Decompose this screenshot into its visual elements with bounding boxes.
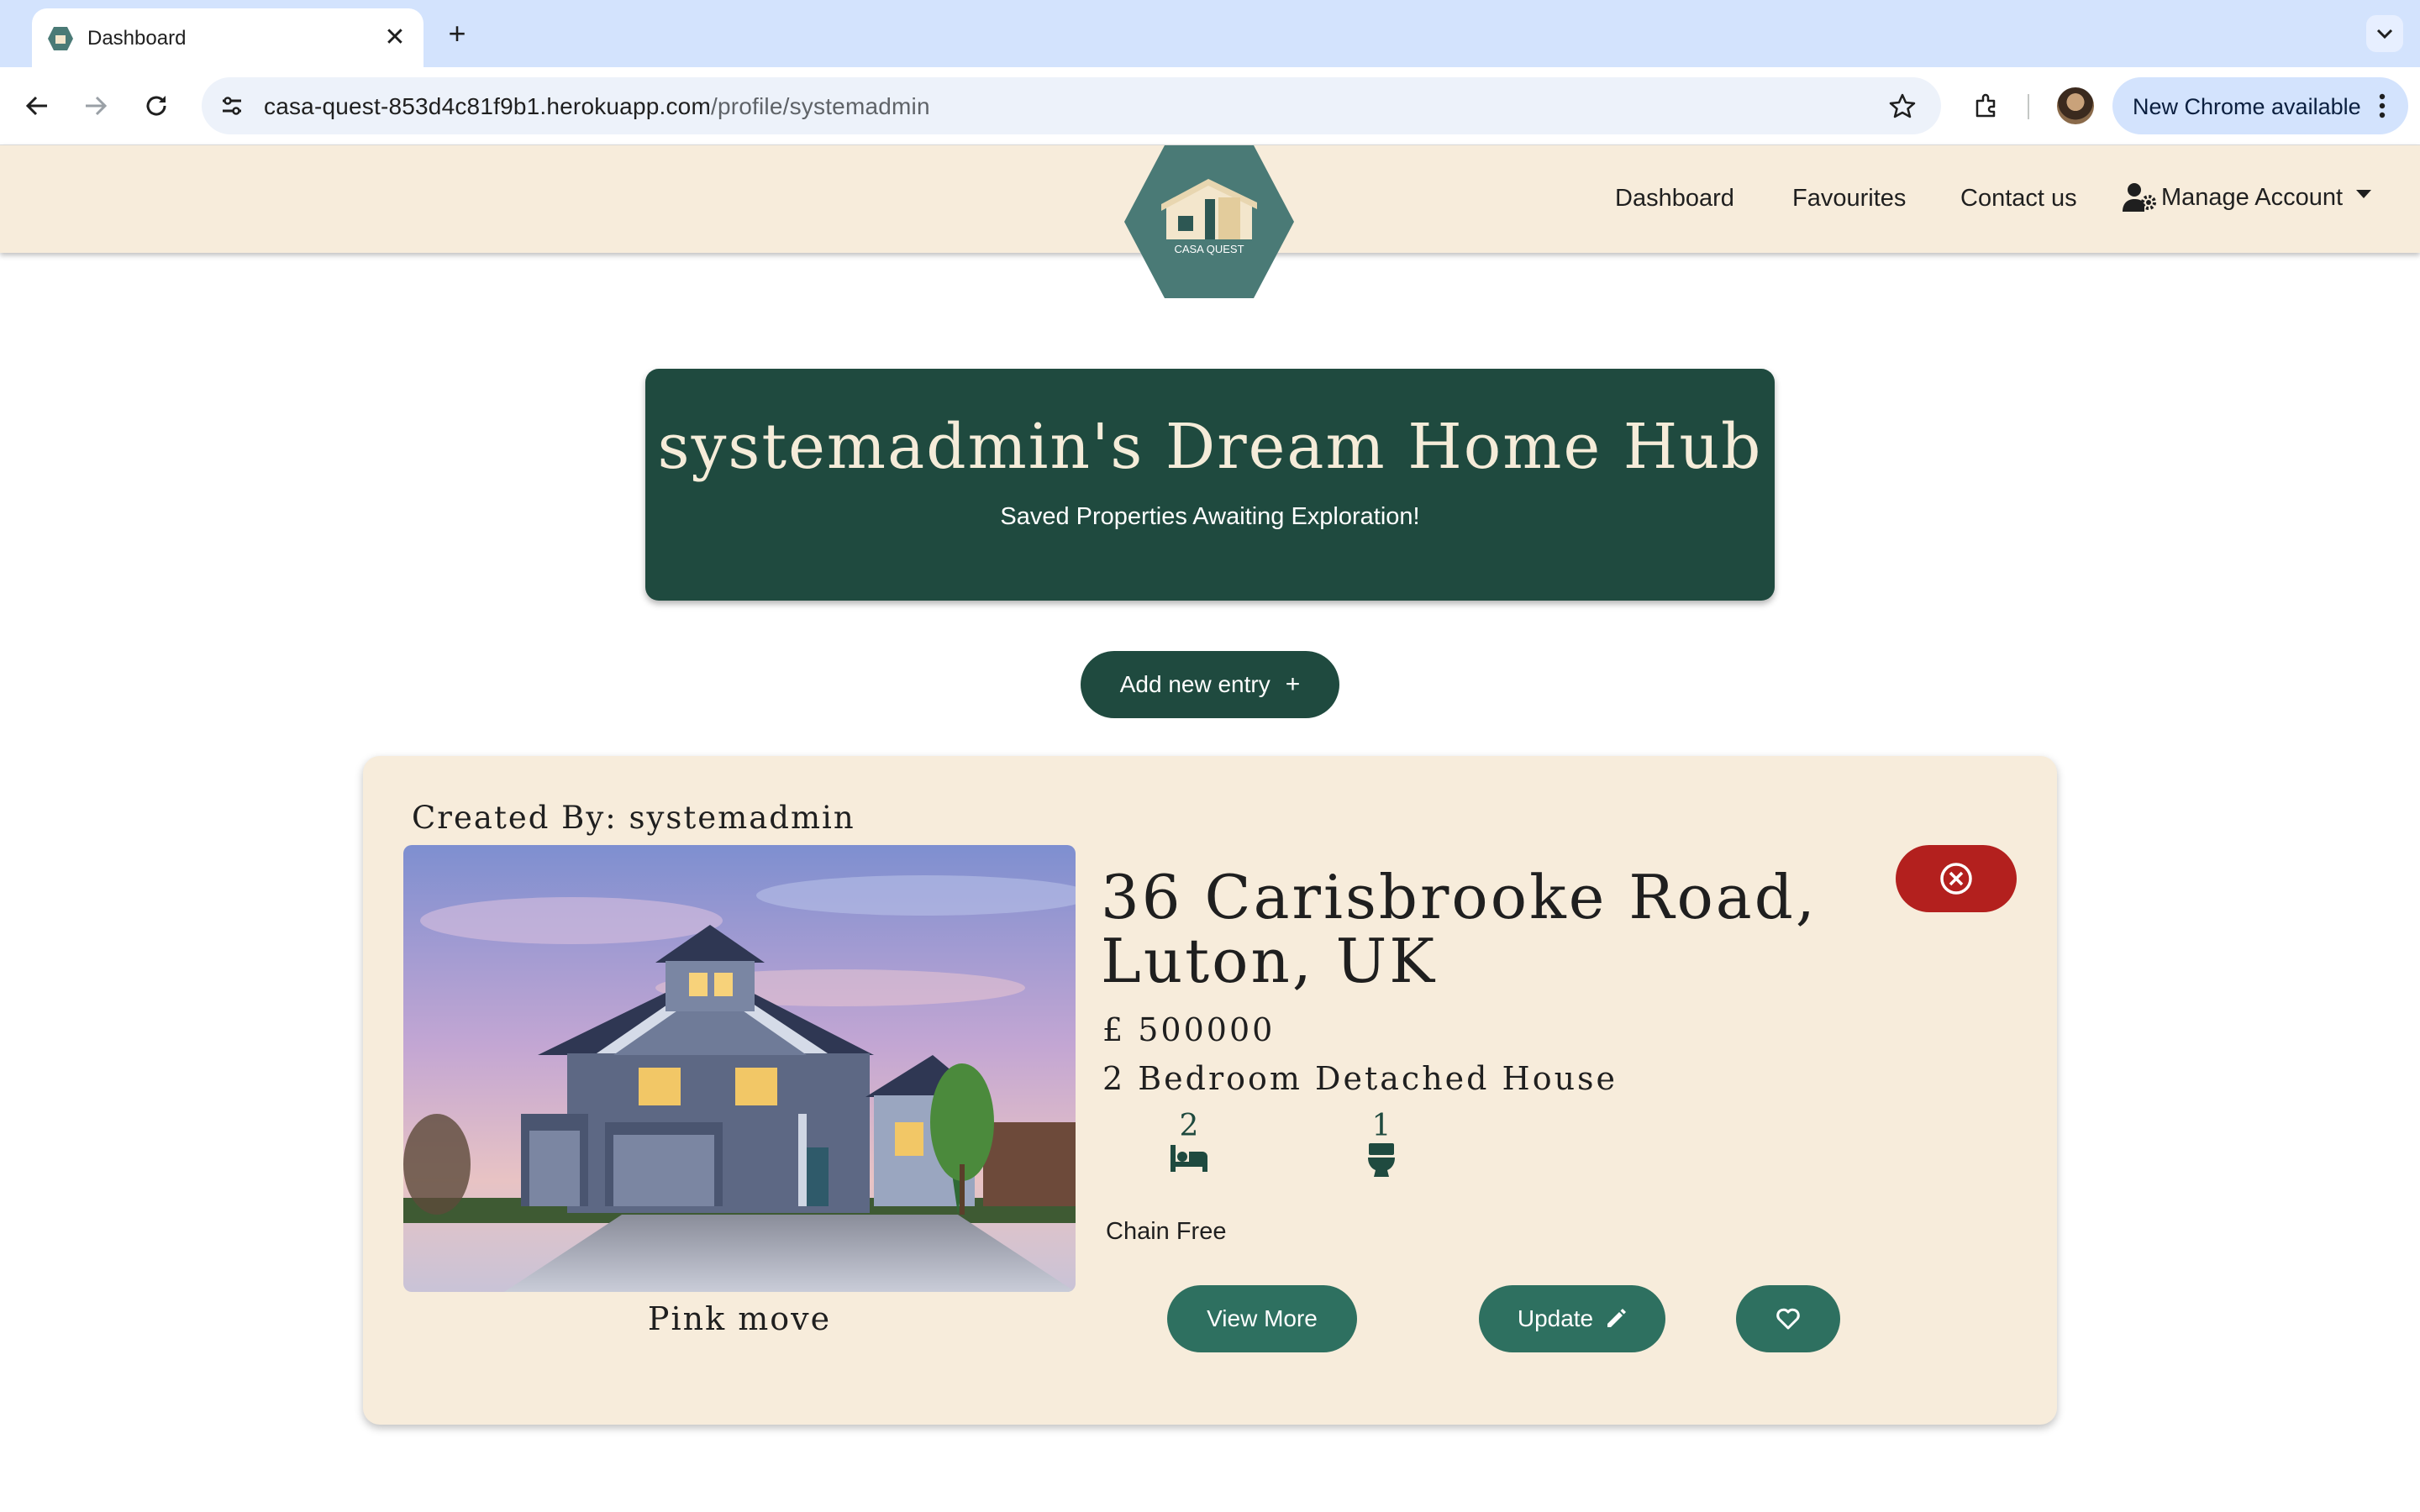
page-title: systemadmin's Dream Home Hub [657,411,1763,483]
nav-link-dashboard[interactable]: Dashboard [1615,185,1734,213]
chain-status: Chain Free [1106,1218,1227,1245]
circle-x-icon [1940,863,1972,895]
reload-icon[interactable] [138,87,175,124]
browser-toolbar: casa-quest-853d4c81f9b1.herokuapp.com/pr… [0,67,2420,145]
tab-title: Dashboard [87,27,187,50]
property-address: 36 Carisbrooke Road, Luton, UK [1101,862,1818,996]
page-subtitle: Saved Properties Awaiting Exploration! [1000,503,1420,530]
property-price: £ 500000 [1102,1011,1276,1048]
url-path: /profile/systemadmin [710,93,930,119]
nav-link-favourites[interactable]: Favourites [1792,185,1906,213]
profile-avatar[interactable] [2057,87,2094,124]
new-tab-icon[interactable]: + [439,15,476,52]
hero-banner: systemadmin's Dream Home Hub Saved Prope… [645,369,1775,601]
bedrooms-count: 2 [1179,1109,1199,1143]
favicon-icon [48,27,73,50]
forward-icon[interactable] [77,87,114,124]
add-new-entry-label: Add new entry [1119,671,1270,697]
view-more-button[interactable]: View More [1167,1285,1357,1352]
kebab-menu-icon[interactable] [2370,89,2395,123]
heart-icon [1776,1308,1800,1330]
manage-account-label: Manage Account [2161,183,2344,211]
bathrooms-stat: 1 [1348,1109,1415,1181]
bathrooms-count: 1 [1371,1109,1392,1143]
property-type: 2 Bedroom Detached House [1102,1060,1618,1097]
chrome-update-button[interactable]: New Chrome available [2112,77,2408,134]
bedrooms-stat: 2 [1155,1109,1223,1178]
site-settings-icon[interactable] [215,89,249,123]
plus-icon: + [1285,670,1301,698]
close-icon[interactable]: ✕ [378,20,412,54]
nav-link-contact[interactable]: Contact us [1960,185,2077,213]
chevron-down-icon [2356,190,2372,198]
url-host: casa-quest-853d4c81f9b1.herokuapp.com [264,93,711,119]
back-icon[interactable] [18,87,55,124]
toolbar-divider [2028,94,2029,119]
created-by-label: Created By: systemadmin [412,800,855,836]
url-text: casa-quest-853d4c81f9b1.herokuapp.com/pr… [264,93,930,120]
address-bar[interactable]: casa-quest-853d4c81f9b1.herokuapp.com/pr… [202,77,1941,134]
update-button[interactable]: Update [1479,1285,1665,1352]
property-caption: Pink move [647,1300,832,1337]
view-more-label: View More [1207,1305,1318,1331]
add-new-entry-button[interactable]: Add new entry + [1081,651,1339,718]
property-photo[interactable] [403,845,1076,1292]
tab-search-icon[interactable] [2366,15,2403,52]
user-gear-icon [2123,183,2156,212]
favourite-button[interactable] [1736,1285,1840,1352]
browser-tab-strip: Dashboard ✕ + [0,0,2420,67]
update-label: Update [1517,1305,1594,1331]
delete-button[interactable] [1896,845,2017,912]
logo-text: CASA QUEST [1174,243,1244,255]
extensions-icon[interactable] [1968,87,2005,124]
casa-quest-logo[interactable]: CASA QUEST [1124,145,1294,298]
update-chip-label: New Chrome available [2133,94,2361,119]
bed-icon [1171,1145,1207,1172]
browser-tab-dashboard[interactable]: Dashboard ✕ [32,8,424,67]
bookmark-star-icon[interactable] [1886,89,1919,123]
manage-account-dropdown[interactable]: Manage Account [2123,178,2372,217]
pencil-icon [1607,1309,1627,1327]
toilet-icon [1368,1143,1395,1177]
